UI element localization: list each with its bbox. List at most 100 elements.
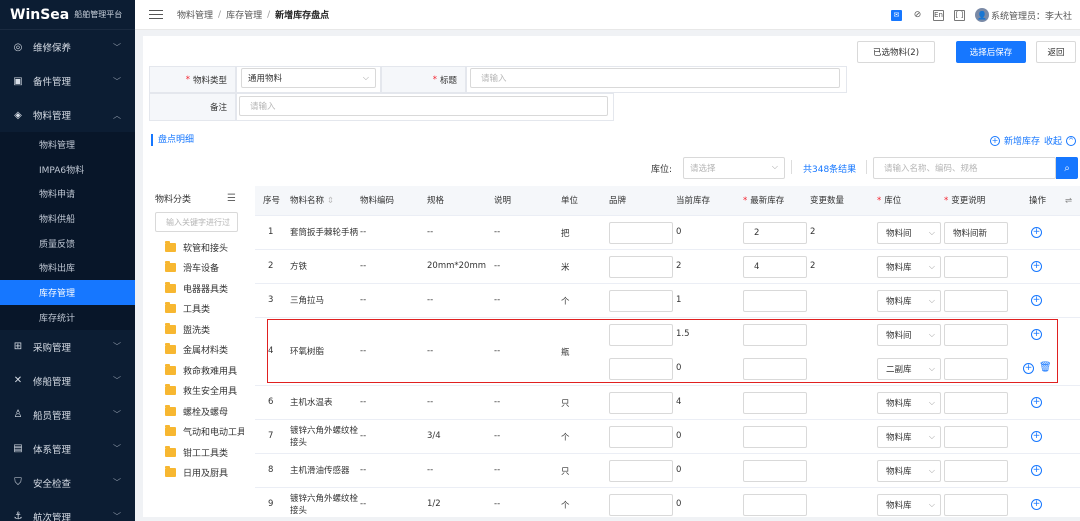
change-note-input[interactable] — [944, 358, 1008, 380]
category-item[interactable]: 螺栓及螺母 — [149, 401, 244, 422]
sort-icon[interactable]: ⇕ — [327, 186, 334, 216]
add-row-icon[interactable]: + — [1031, 499, 1042, 510]
add-row-icon[interactable]: + — [1031, 431, 1042, 442]
material-type-select[interactable]: 通用物料 ⌵ — [241, 68, 376, 88]
chevron-up-circle-icon[interactable]: ^ — [1066, 135, 1076, 146]
sidebar-group-3[interactable]: ▤ 体系管理 ﹀ — [0, 432, 135, 466]
fullscreen-icon[interactable]: [ ] — [953, 9, 965, 21]
sidebar-group-0[interactable]: ◎ 维修保养 ﹀ — [0, 30, 135, 64]
brand-input[interactable] — [609, 460, 673, 482]
latest-stock-input[interactable]: 2 — [743, 222, 807, 244]
collapse-link[interactable]: 收起 — [1044, 134, 1062, 147]
location-select[interactable]: 物料库 ⌵ — [877, 392, 941, 414]
sidebar-item[interactable]: 库存管理 — [0, 280, 135, 305]
add-row-icon[interactable]: + — [1031, 295, 1042, 306]
latest-stock-input[interactable] — [743, 494, 807, 516]
add-stock-link[interactable]: 新增库存 — [1004, 134, 1040, 147]
location-select[interactable]: 物料库 ⌵ — [877, 460, 941, 482]
category-item[interactable]: 滑车设备 — [149, 258, 244, 279]
category-item[interactable]: 气动和电动工具 — [149, 422, 244, 443]
category-item[interactable]: 工具类 — [149, 299, 244, 320]
sidebar-item[interactable]: 物料出库 — [0, 255, 135, 281]
add-row-icon[interactable]: + — [1031, 465, 1042, 476]
brand-input[interactable] — [609, 256, 673, 278]
note-input[interactable]: 请输入 — [239, 96, 608, 116]
list-icon[interactable]: ☰ — [227, 193, 236, 204]
latest-stock-input[interactable] — [743, 426, 807, 448]
latest-stock-input[interactable]: 4 — [743, 256, 807, 278]
add-row-icon[interactable]: + — [1031, 227, 1042, 238]
sidebar-item[interactable]: 质量反馈 — [0, 230, 135, 256]
sidebar-item[interactable]: 物料管理 — [0, 132, 135, 157]
search-button[interactable]: ⌕ — [1056, 157, 1078, 179]
location-select[interactable]: 物料库 ⌵ — [877, 256, 941, 278]
sidebar-item[interactable]: 物料申请 — [0, 181, 135, 207]
mail-icon[interactable]: ✉ — [890, 9, 902, 21]
latest-stock-input[interactable] — [743, 290, 807, 312]
sidebar-group-2[interactable]: ◈ 物料管理 ︿ — [0, 98, 135, 132]
brand-input[interactable] — [609, 290, 673, 312]
menu-toggle-icon[interactable] — [149, 9, 163, 20]
sidebar-group-2[interactable]: ♙ 船员管理 ﹀ — [0, 398, 135, 432]
change-note-input[interactable] — [944, 324, 1008, 346]
change-note-input[interactable]: 物料间新 — [944, 222, 1008, 244]
add-row-icon[interactable]: + — [1031, 397, 1042, 408]
brand-input[interactable] — [609, 324, 673, 346]
latest-stock-input[interactable] — [743, 460, 807, 482]
change-note-input[interactable] — [944, 290, 1008, 312]
change-note-input[interactable] — [944, 426, 1008, 448]
location-filter-select[interactable]: 请选择 ⌵ — [683, 157, 785, 179]
change-note-input[interactable] — [944, 392, 1008, 414]
change-note-input[interactable] — [944, 256, 1008, 278]
sidebar-item[interactable]: 物料供船 — [0, 206, 135, 231]
sidebar-item[interactable]: 库存统计 — [0, 304, 135, 330]
location-select[interactable]: 物料库 ⌵ — [877, 290, 941, 312]
breadcrumb-item[interactable]: 库存管理 — [226, 8, 262, 21]
location-select[interactable]: 物料库 ⌵ — [877, 494, 941, 516]
title-input[interactable]: 请输入 — [470, 68, 840, 88]
sidebar-group-4[interactable]: ⛉ 安全检查 ﹀ — [0, 466, 135, 500]
category-item[interactable]: 救生安全用具 — [149, 381, 244, 402]
breadcrumb-item[interactable]: 物料管理 — [177, 8, 213, 21]
location-select[interactable]: 二副库 ⌵ — [877, 358, 941, 380]
sidebar-group-1[interactable]: ✕ 修船管理 ﹀ — [0, 364, 135, 398]
selected-materials-button[interactable]: 已选物料(2) — [857, 41, 935, 63]
latest-stock-input[interactable] — [743, 358, 807, 380]
save-button[interactable]: 选择后保存 — [956, 41, 1026, 63]
location-select[interactable]: 物料间 ⌵ — [877, 324, 941, 346]
back-button[interactable]: 返回 — [1036, 41, 1076, 63]
change-note-input[interactable] — [944, 460, 1008, 482]
app-logo[interactable]: WinSea 船舶管理平台 — [0, 0, 135, 30]
language-icon[interactable]: En — [932, 9, 944, 21]
add-row-icon[interactable]: + — [1031, 329, 1042, 340]
sidebar-item[interactable]: IMPA6物料 — [0, 156, 135, 182]
change-note-input[interactable] — [944, 494, 1008, 516]
plus-circle-icon[interactable]: + — [989, 135, 1000, 146]
sidebar-group-0[interactable]: ⊞ 采购管理 ﹀ — [0, 330, 135, 364]
user-menu[interactable]: 👤 系统管理员：李大社 — [974, 8, 1072, 22]
sidebar-group-1[interactable]: ▣ 备件管理 ﹀ — [0, 64, 135, 98]
category-item[interactable]: 钳工工具类 — [149, 442, 244, 463]
latest-stock-input[interactable] — [743, 324, 807, 346]
category-item[interactable]: 金属材料类 — [149, 340, 244, 361]
category-item[interactable]: 盥洗类 — [149, 319, 244, 340]
latest-stock-input[interactable] — [743, 392, 807, 414]
brand-input[interactable] — [609, 494, 673, 516]
sidebar-group-5[interactable]: ⚓ 航次管理 ﹀ — [0, 500, 135, 521]
location-select[interactable]: 物料间 ⌵ — [877, 222, 941, 244]
category-search-input[interactable]: 输入关键字进行过 — [155, 212, 238, 232]
category-item[interactable]: 软管和接头 — [149, 237, 244, 258]
material-search-input[interactable]: 请输入名称、编码、规格 — [873, 157, 1056, 179]
category-item[interactable]: 电器器具类 — [149, 278, 244, 299]
brand-input[interactable] — [609, 222, 673, 244]
category-item[interactable]: 日用及厨具 — [149, 463, 244, 484]
category-item[interactable]: 救命救难用具 — [149, 360, 244, 381]
column-settings-icon[interactable]: ⇌ — [1065, 186, 1072, 216]
compass-icon[interactable]: ⊘ — [912, 10, 923, 21]
location-select[interactable]: 物料库 ⌵ — [877, 426, 941, 448]
brand-input[interactable] — [609, 392, 673, 414]
brand-input[interactable] — [609, 426, 673, 448]
brand-input[interactable] — [609, 358, 673, 380]
add-row-icon[interactable]: + — [1023, 363, 1034, 374]
trash-icon[interactable]: 🗑 — [1039, 363, 1052, 373]
